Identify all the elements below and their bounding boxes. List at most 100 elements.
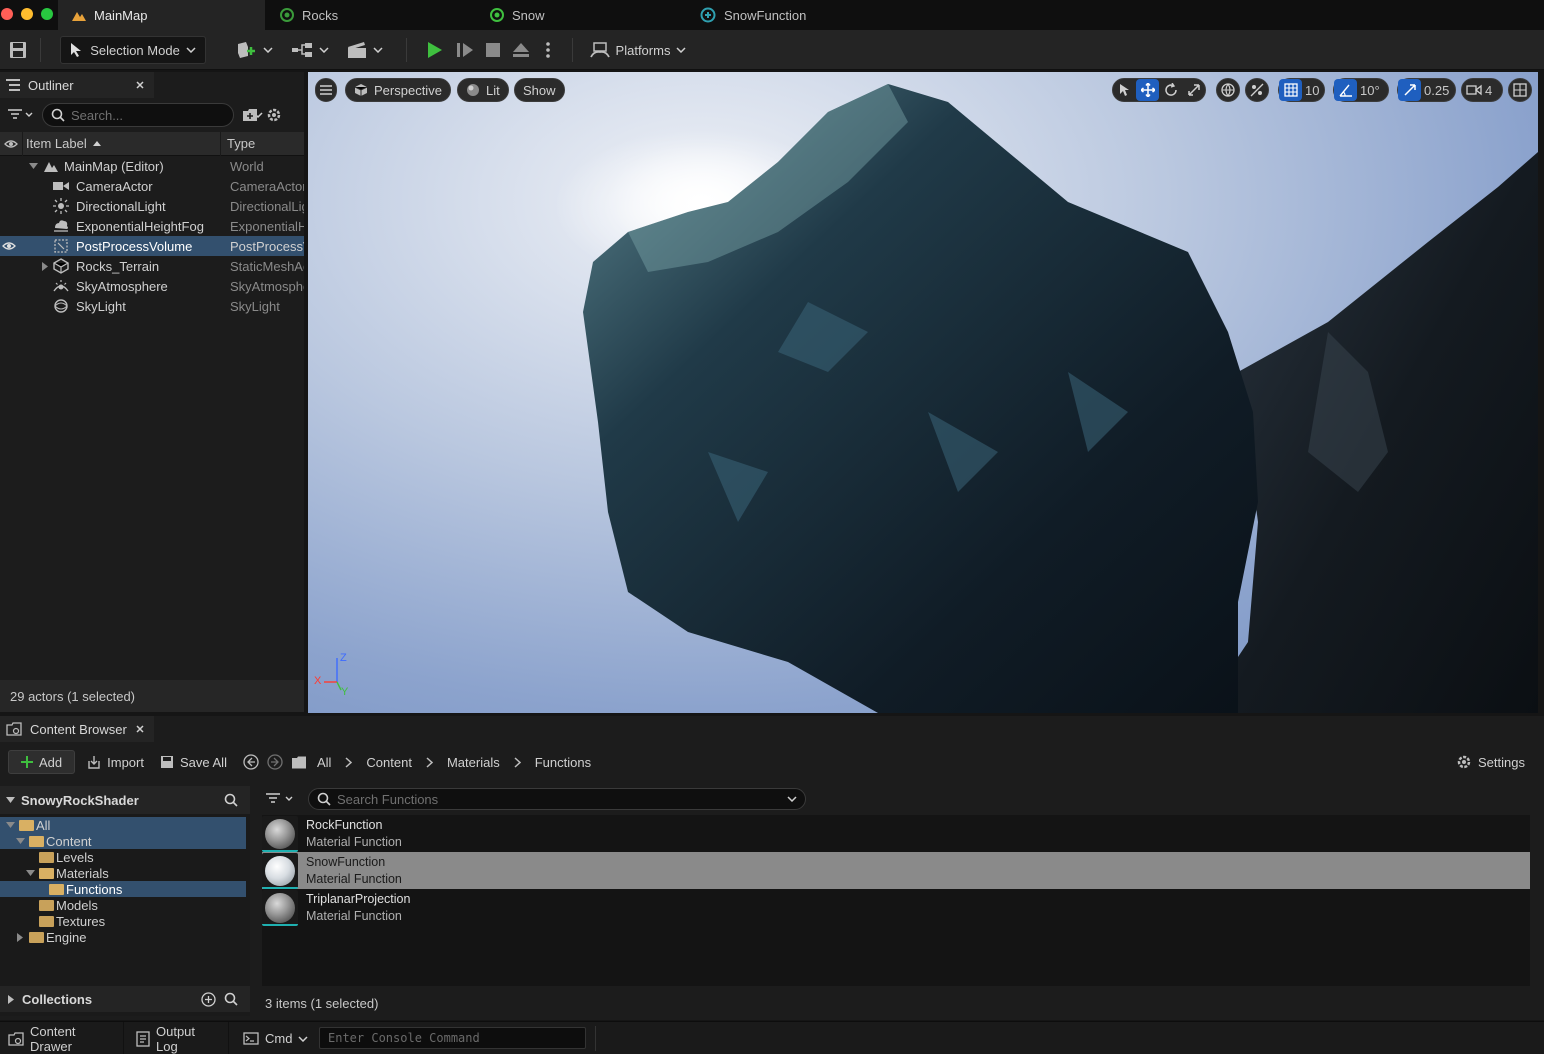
tree-row-directionallight[interactable]: DirectionalLight DirectionalLight xyxy=(0,196,304,216)
show-button[interactable]: Show xyxy=(514,78,565,102)
collapsed-arrow-icon[interactable] xyxy=(17,932,23,942)
content-drawer-button[interactable]: Content Drawer xyxy=(0,1022,124,1054)
type-column[interactable]: Type xyxy=(220,131,255,156)
filter-icon[interactable] xyxy=(266,793,296,805)
eye-icon[interactable] xyxy=(0,139,22,149)
close-icon[interactable] xyxy=(136,725,144,733)
cinematics-button[interactable] xyxy=(344,36,386,64)
play-button[interactable] xyxy=(422,36,448,64)
filter-icon[interactable] xyxy=(8,109,34,121)
folder-materials[interactable]: Materials xyxy=(0,865,250,881)
viewport-layout-button[interactable] xyxy=(1508,78,1532,102)
viewport-options-button[interactable] xyxy=(315,78,337,102)
advance-frame-button[interactable] xyxy=(452,36,478,64)
tab-snowfunction[interactable]: SnowFunction xyxy=(686,0,906,30)
add-collection-icon[interactable] xyxy=(201,991,216,1007)
folder-engine[interactable]: Engine xyxy=(0,929,250,945)
blueprints-button[interactable] xyxy=(290,36,330,64)
tab-snow[interactable]: Snow xyxy=(476,0,686,30)
camera-speed-icon[interactable] xyxy=(1462,79,1485,101)
maximize-window-button[interactable] xyxy=(41,8,53,20)
asset-triplanarprojection[interactable]: TriplanarProjection Material Function xyxy=(262,889,1530,926)
gear-icon[interactable] xyxy=(266,107,282,123)
breadcrumb-materials[interactable]: Materials xyxy=(447,755,500,770)
view-mode-button[interactable]: Lit xyxy=(457,78,509,102)
minimize-window-button[interactable] xyxy=(21,8,33,20)
folder-content[interactable]: Content xyxy=(0,833,246,849)
rotation-snap-control[interactable]: 10° xyxy=(1333,78,1389,102)
expanded-arrow-icon[interactable] xyxy=(6,797,15,803)
expanded-arrow-icon[interactable] xyxy=(29,163,38,169)
add-button[interactable]: Add xyxy=(8,750,76,774)
tree-row-mainmap[interactable]: MainMap (Editor) World xyxy=(0,156,304,176)
tree-row-postprocessvolume[interactable]: PostProcessVolume PostProcessVolume xyxy=(0,236,304,256)
visibility-eye-icon[interactable] xyxy=(2,241,16,251)
console-command-input[interactable] xyxy=(328,1031,585,1045)
expanded-arrow-icon[interactable] xyxy=(6,822,15,828)
tree-row-skylight[interactable]: SkyLight SkyLight xyxy=(0,296,304,316)
folder-levels[interactable]: Levels xyxy=(0,849,250,865)
add-folder-icon[interactable] xyxy=(242,108,258,122)
search-icon[interactable] xyxy=(224,793,238,807)
console-command[interactable] xyxy=(319,1027,586,1049)
close-icon[interactable] xyxy=(136,81,144,89)
expanded-arrow-icon[interactable] xyxy=(26,870,35,876)
collections-header[interactable]: Collections xyxy=(0,986,250,1012)
eject-button[interactable] xyxy=(508,36,534,64)
camera-speed-control[interactable]: 4 xyxy=(1461,78,1503,102)
asset-search-input[interactable] xyxy=(337,791,781,807)
settings-button[interactable]: Settings xyxy=(1456,750,1525,774)
grid-snap-control[interactable]: 10 xyxy=(1278,78,1325,102)
import-button[interactable]: Import xyxy=(87,750,144,774)
expanded-arrow-icon[interactable] xyxy=(16,838,25,844)
folder-all[interactable]: All xyxy=(0,817,246,833)
tree-row-skyatmosphere[interactable]: SkyAtmosphere SkyAtmosphere xyxy=(0,276,304,296)
collapsed-arrow-icon[interactable] xyxy=(8,994,14,1004)
stop-button[interactable] xyxy=(480,36,506,64)
asset-search[interactable] xyxy=(308,788,806,810)
tree-row-cameraactor[interactable]: CameraActor CameraActor xyxy=(0,176,304,196)
breadcrumb-content[interactable]: Content xyxy=(366,755,412,770)
asset-snowfunction[interactable]: SnowFunction Material Function xyxy=(262,852,1530,889)
chevron-right-icon[interactable] xyxy=(514,756,521,768)
folder-icon[interactable] xyxy=(291,756,307,769)
cmd-dropdown[interactable]: Cmd xyxy=(235,1022,315,1054)
play-options-button[interactable] xyxy=(538,36,558,64)
outliner-tab[interactable]: Outliner xyxy=(0,72,154,98)
scale-tool-icon[interactable] xyxy=(1182,79,1205,101)
project-header[interactable]: SnowyRockShader xyxy=(0,786,250,814)
surface-snapping-button[interactable] xyxy=(1245,78,1269,102)
breadcrumb-all[interactable]: All xyxy=(317,755,331,770)
level-viewport[interactable]: Perspective Lit Show 10 10° 0.25 4 Z X Y xyxy=(308,72,1538,713)
outliner-search-input[interactable] xyxy=(71,107,247,123)
chevron-right-icon[interactable] xyxy=(426,756,433,768)
move-tool-icon[interactable] xyxy=(1136,79,1159,101)
search-icon[interactable] xyxy=(224,992,238,1006)
outliner-search[interactable] xyxy=(42,103,263,127)
add-actor-button[interactable] xyxy=(234,36,274,64)
history-forward-icon[interactable] xyxy=(267,754,283,770)
platforms-dropdown[interactable]: Platforms xyxy=(588,36,688,64)
breadcrumb-functions[interactable]: Functions xyxy=(535,755,591,770)
tree-row-rocks-terrain[interactable]: Rocks_Terrain StaticMeshActor xyxy=(0,256,304,276)
content-browser-tab[interactable]: Content Browser xyxy=(0,716,154,742)
item-label-column[interactable]: Item Label xyxy=(22,131,220,156)
tab-mainmap[interactable]: MainMap xyxy=(58,0,265,30)
save-icon[interactable] xyxy=(6,36,30,64)
rotate-tool-icon[interactable] xyxy=(1159,79,1182,101)
coordinate-system-button[interactable] xyxy=(1216,78,1240,102)
save-all-button[interactable]: Save All xyxy=(160,750,227,774)
asset-rockfunction[interactable]: RockFunction Material Function xyxy=(262,815,1530,852)
angle-icon[interactable] xyxy=(1334,79,1357,101)
grid-icon[interactable] xyxy=(1279,79,1302,101)
folder-functions[interactable]: Functions xyxy=(0,881,246,897)
tree-row-exponentialheightfog[interactable]: ExponentialHeightFog ExponentialHeightFo… xyxy=(0,216,304,236)
scale-snap-icon[interactable] xyxy=(1398,79,1421,101)
selection-mode-dropdown[interactable]: Selection Mode xyxy=(60,36,206,64)
folder-models[interactable]: Models xyxy=(0,897,250,913)
select-tool-icon[interactable] xyxy=(1113,79,1136,101)
close-window-button[interactable] xyxy=(1,8,13,20)
folder-textures[interactable]: Textures xyxy=(0,913,250,929)
perspective-button[interactable]: Perspective xyxy=(345,78,451,102)
collapsed-arrow-icon[interactable] xyxy=(42,261,48,271)
